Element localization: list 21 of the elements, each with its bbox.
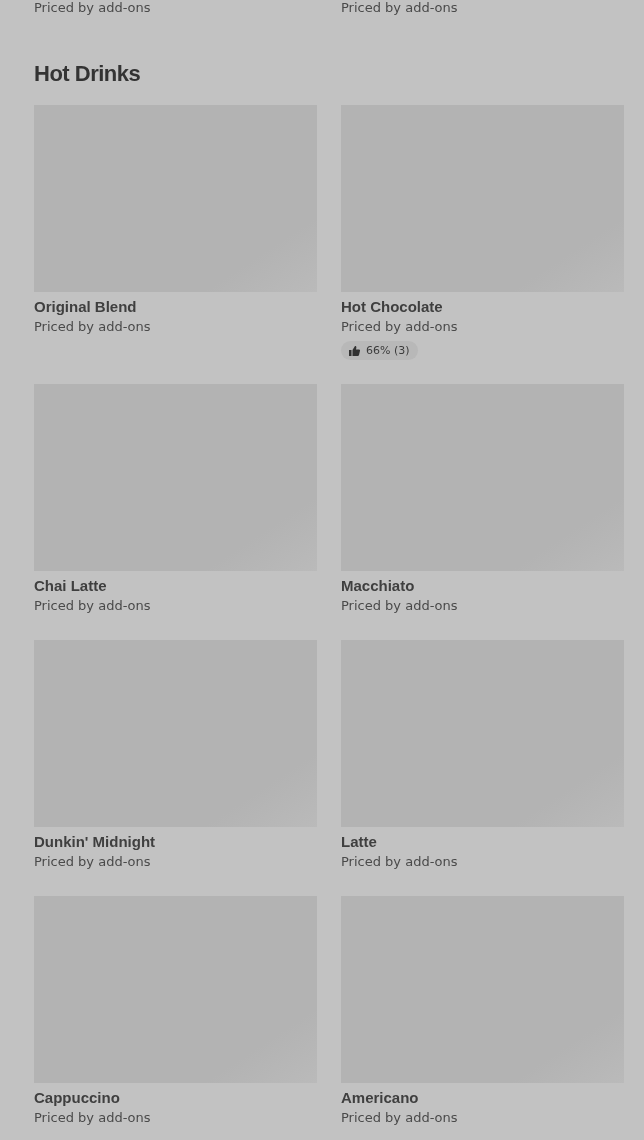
rating-badge: 66% (3) xyxy=(341,341,418,360)
item-name[interactable]: Hot Chocolate xyxy=(341,297,624,317)
price-note: Priced by add-ons xyxy=(341,853,459,871)
item-name[interactable]: Macchiato xyxy=(341,576,624,596)
item-name[interactable]: Latte xyxy=(341,832,624,852)
price-note: Priced by add-ons xyxy=(341,597,459,615)
item-name[interactable]: Cappuccino xyxy=(34,1088,317,1108)
thumbs-up-icon xyxy=(349,345,360,356)
price-note: Priced by add-ons xyxy=(34,1109,152,1127)
price-note: Priced by add-ons xyxy=(341,318,459,336)
price-note: Priced by add-ons xyxy=(341,0,459,15)
price-note: Priced by add-ons xyxy=(34,318,152,336)
item-name[interactable]: Chai Latte xyxy=(34,576,317,596)
item-name[interactable]: Americano xyxy=(341,1088,624,1108)
price-note: Priced by add-ons xyxy=(34,0,152,15)
section-title: Hot Drinks xyxy=(34,61,142,87)
price-note: Priced by add-ons xyxy=(34,597,152,615)
price-note: Priced by add-ons xyxy=(341,1109,459,1127)
price-note: Priced by add-ons xyxy=(34,853,152,871)
item-name[interactable]: Dunkin' Midnight xyxy=(34,832,317,852)
item-name[interactable]: Original Blend xyxy=(34,297,317,317)
